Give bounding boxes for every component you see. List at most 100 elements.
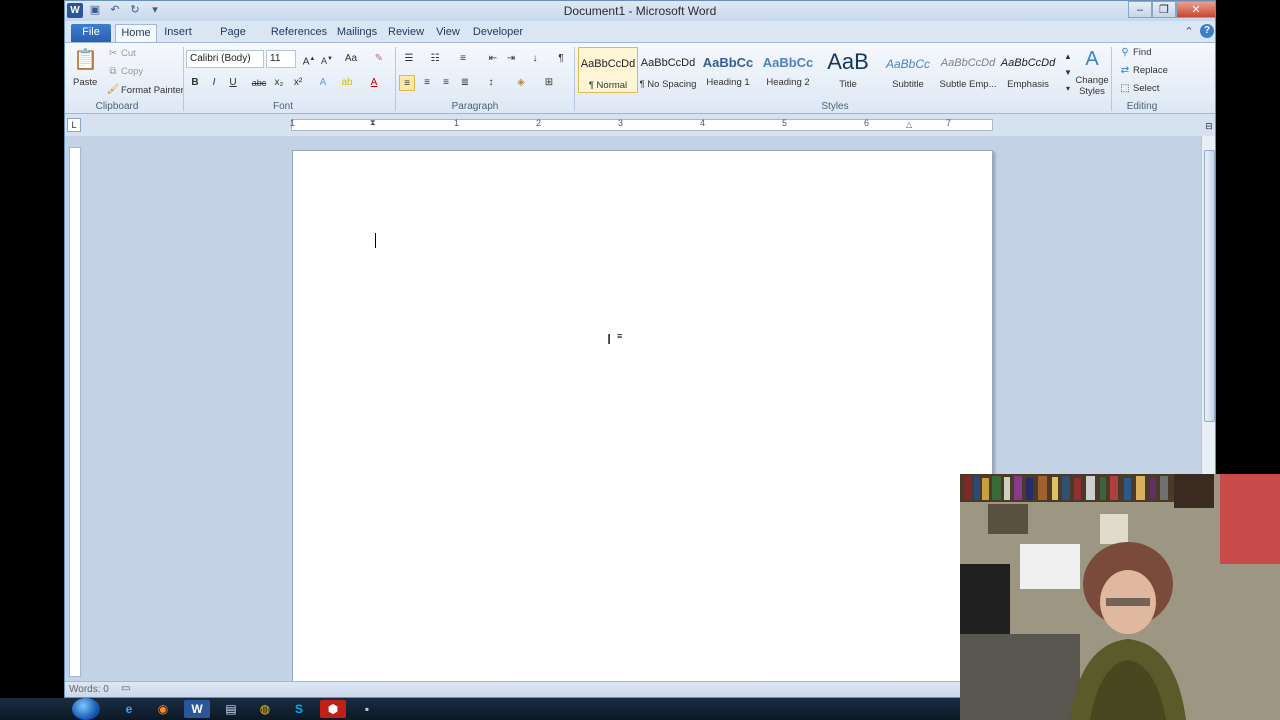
strikethrough-button[interactable]: abc [251, 75, 267, 91]
subscript-button[interactable]: x₂ [271, 75, 287, 91]
style-title[interactable]: AaB Title [818, 47, 878, 93]
document-page[interactable]: I ≡ [292, 150, 993, 690]
multilevel-list-icon[interactable]: ≡ [455, 51, 471, 67]
window-title: Document1 - Microsoft Word [563, 4, 717, 18]
change-styles-icon[interactable]: A [1081, 47, 1103, 71]
replace-button[interactable]: Replace [1133, 65, 1168, 76]
show-formatting-button[interactable]: ¶ [553, 51, 569, 67]
style-heading-2[interactable]: AaBbCc Heading 2 [758, 47, 818, 93]
font-color-button[interactable]: A [366, 75, 382, 91]
indent-marker-icon[interactable]: ⧗ [370, 118, 376, 128]
vertical-ruler[interactable] [69, 147, 81, 677]
command-prompt-icon[interactable]: ▪ [354, 700, 380, 718]
firefox-icon[interactable]: ◉ [150, 700, 176, 718]
italic-button[interactable]: I [206, 75, 222, 91]
font-size-combo[interactable]: 11 [266, 50, 296, 68]
style-name: ¶ Normal [588, 80, 628, 91]
shading-icon[interactable]: ◈ [513, 75, 529, 91]
borders-icon[interactable]: ⊞ [541, 75, 557, 91]
style-sample: AaBbCc [885, 57, 931, 71]
clear-formatting-icon[interactable]: ✎ [371, 51, 387, 67]
tab-developer[interactable]: Developer [471, 24, 525, 42]
text-effects-icon[interactable]: A [315, 75, 331, 91]
ruler-number: 1 [454, 118, 460, 128]
justify-icon[interactable]: ≣ [457, 75, 473, 91]
maximize-button[interactable]: ❐ [1152, 1, 1176, 18]
word-taskbar-icon[interactable]: W [184, 700, 210, 718]
highlight-icon[interactable]: ab [339, 75, 355, 91]
paste-icon[interactable]: 📋 [73, 47, 98, 73]
webcam-image [960, 474, 1280, 720]
sort-icon[interactable]: ↓ [527, 51, 543, 67]
tab-insert[interactable]: Insert [163, 24, 193, 42]
line-spacing-icon[interactable]: ↕ [483, 75, 499, 91]
start-button-icon[interactable] [72, 698, 100, 720]
internet-explorer-icon[interactable]: e [116, 700, 142, 718]
numbering-icon[interactable]: ☷ [427, 51, 443, 67]
tab-home[interactable]: Home [115, 24, 157, 42]
paste-button[interactable]: Paste [73, 77, 97, 88]
cut-icon: ✂ [108, 48, 118, 59]
close-button[interactable]: ✕ [1176, 1, 1215, 18]
style-emphasis[interactable]: AaBbCcDd Emphasis [998, 47, 1058, 93]
increase-indent-icon[interactable]: ⇥ [503, 51, 519, 67]
styles-more-icon[interactable]: ▾ [1060, 81, 1076, 97]
scrollbar-thumb[interactable] [1204, 150, 1215, 422]
chrome-icon[interactable]: ◍ [252, 700, 278, 718]
horizontal-ruler[interactable]: 1 1 2 3 4 5 6 7 ⧗ △ [290, 118, 993, 131]
select-button[interactable]: Select [1133, 83, 1159, 94]
style-name: Title [839, 79, 857, 90]
skype-icon[interactable]: S [286, 700, 312, 718]
proofing-icon[interactable]: ▭ [121, 683, 130, 694]
font-name-combo[interactable]: Calibri (Body) [186, 50, 264, 68]
ribbon-tabs: File Home Insert Page Layout References … [65, 21, 1215, 55]
find-button[interactable]: Find [1133, 47, 1151, 58]
notepad-icon[interactable]: ▤ [218, 700, 244, 718]
acrobat-icon[interactable]: ⬢ [320, 700, 346, 718]
bullets-icon[interactable]: ☰ [401, 51, 417, 67]
ruler-number: 4 [700, 118, 706, 128]
ibeam-cursor-icon: I [607, 331, 612, 348]
style-no-spacing[interactable]: AaBbCcDd ¶ No Spacing [638, 47, 698, 93]
tab-file[interactable]: File [71, 24, 111, 42]
style-subtitle[interactable]: AaBbCc Subtitle [878, 47, 938, 93]
minimize-button[interactable]: – [1128, 1, 1152, 18]
style-sample: AaBbCc [762, 55, 814, 70]
webcam-overlay [960, 474, 1280, 720]
copy-button[interactable]: Copy [121, 66, 143, 77]
help-icon[interactable]: ? [1200, 24, 1214, 38]
style-sample: AaBbCcDd [1000, 57, 1056, 69]
tab-mailings[interactable]: Mailings [335, 24, 379, 42]
align-right-icon[interactable]: ≡ [438, 75, 454, 91]
format-painter-button[interactable]: Format Painter [121, 85, 184, 96]
bold-button[interactable]: B [187, 75, 203, 91]
paragraph-group-label: Paragraph [451, 101, 499, 112]
tab-view[interactable]: View [433, 24, 463, 42]
word-count[interactable]: Words: 0 [69, 684, 109, 695]
change-case-icon[interactable]: Aa [343, 51, 359, 67]
copy-icon: ⧉ [109, 66, 117, 77]
change-styles-button[interactable]: Change Styles [1075, 75, 1109, 97]
right-indent-marker-icon[interactable]: △ [906, 120, 912, 129]
style-heading-1[interactable]: AaBbCc Heading 1 [698, 47, 758, 93]
tab-page-layout[interactable]: Page Layout [203, 24, 263, 55]
align-center-icon[interactable]: ≡ [419, 75, 435, 91]
style-subtle-emphasis[interactable]: AaBbCcDd Subtle Emp... [938, 47, 998, 93]
minimize-ribbon-icon[interactable]: ⌃ [1183, 24, 1195, 42]
decrease-indent-icon[interactable]: ⇤ [485, 51, 501, 67]
grow-font-icon[interactable]: A▲ [301, 51, 317, 67]
ruler-toggle-icon[interactable]: ⊟ [1203, 118, 1215, 132]
underline-button[interactable]: U [225, 75, 241, 91]
tab-references[interactable]: References [270, 24, 328, 42]
align-left-icon[interactable]: ≡ [399, 75, 415, 91]
tab-review[interactable]: Review [388, 24, 424, 42]
styles-scroll-up-icon[interactable]: ▲ [1060, 49, 1076, 65]
styles-scroll-down-icon[interactable]: ▼ [1060, 65, 1076, 81]
style-normal[interactable]: AaBbCcDd ¶ Normal [578, 47, 638, 93]
superscript-button[interactable]: x² [290, 75, 306, 91]
cut-button[interactable]: Cut [121, 48, 136, 59]
tab-selector-icon[interactable]: L [67, 118, 81, 132]
style-name: Subtle Emp... [939, 79, 997, 90]
shrink-font-icon[interactable]: A▼ [319, 51, 335, 67]
style-name: Heading 1 [706, 77, 750, 88]
